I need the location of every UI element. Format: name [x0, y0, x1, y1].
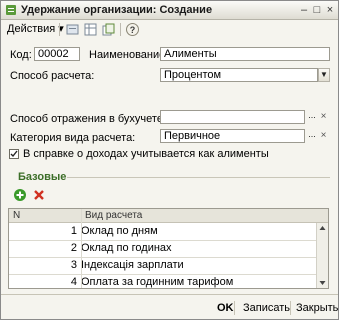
toolbar: Действия ▾ ? — [1, 20, 338, 38]
category-label: Категория вида расчета: — [10, 132, 136, 144]
copy-document-icon[interactable] — [101, 22, 116, 37]
toolbar-divider — [120, 23, 121, 36]
actions-menu[interactable]: Действия ▾ — [5, 22, 66, 36]
checkmark-icon — [10, 150, 18, 158]
table-row[interactable]: 3 Індексація зарплати — [9, 257, 319, 275]
footer-divider — [234, 301, 235, 315]
save-button[interactable]: Записать — [243, 301, 290, 315]
row-calc-type: Індексація зарплати — [81, 259, 184, 271]
row-calc-type: Оклад по дням — [81, 225, 158, 237]
row-calc-type: Оплата за годинним тарифом — [81, 276, 234, 288]
name-field[interactable]: Алименты — [160, 47, 330, 61]
base-section-title: Базовые — [18, 171, 67, 183]
title-bar[interactable]: Удержание организации: Создание – □ × — [1, 1, 338, 20]
table-scrollbar[interactable] — [316, 223, 328, 288]
alimony-checkbox-label: В справке о доходах учитывается как алим… — [23, 148, 269, 160]
calc-method-dropdown-icon[interactable]: ▼ — [318, 68, 330, 82]
close-icon[interactable]: × — [324, 4, 336, 16]
table-row[interactable]: 1 Оклад по дням — [9, 223, 319, 241]
footer-divider — [1, 294, 338, 295]
name-label: Наименование: — [89, 49, 169, 61]
form-window: Удержание организации: Создание – □ × Де… — [0, 0, 339, 320]
toolbar-divider — [59, 23, 60, 36]
alimony-checkbox[interactable] — [9, 149, 19, 159]
minimize-icon[interactable]: – — [298, 4, 310, 16]
footer-divider — [290, 301, 291, 315]
calc-method-select[interactable]: Процентом — [160, 68, 318, 82]
section-divider — [67, 177, 330, 178]
clear-icon[interactable]: × — [319, 110, 328, 124]
column-divider — [81, 209, 82, 288]
row-number: 2 — [70, 242, 77, 254]
window-title: Удержание организации: Создание — [21, 4, 213, 16]
svg-text:?: ? — [130, 25, 136, 35]
close-button[interactable]: Закрыть — [296, 301, 338, 315]
table-icon[interactable] — [83, 22, 98, 37]
delete-row-icon[interactable] — [32, 188, 46, 202]
code-label: Код: — [10, 49, 32, 61]
add-row-icon[interactable] — [13, 188, 27, 202]
calc-method-label: Способ расчета: — [10, 70, 95, 82]
post-document-icon[interactable] — [65, 22, 80, 37]
row-number: 3 — [70, 259, 77, 271]
ok-button[interactable]: OK — [217, 301, 234, 315]
scroll-up-icon[interactable] — [318, 224, 327, 232]
accounting-label: Способ отражения в бухучете: — [10, 113, 167, 125]
column-header-calc-type[interactable]: Вид расчета — [81, 209, 328, 223]
scroll-down-icon[interactable] — [318, 279, 327, 287]
maximize-icon[interactable]: □ — [311, 4, 323, 16]
actions-label: Действия — [7, 23, 56, 35]
row-calc-type: Оклад по годинах — [81, 242, 172, 254]
column-header-n[interactable]: N — [9, 209, 81, 223]
code-field[interactable]: 00002 — [34, 47, 80, 61]
row-number: 1 — [70, 225, 77, 237]
ellipsis-icon[interactable]: ... — [306, 129, 318, 143]
clear-icon[interactable]: × — [319, 129, 328, 143]
help-icon[interactable]: ? — [125, 22, 140, 37]
base-calc-table[interactable]: N Вид расчета 1 Оклад по дням 2 Оклад по… — [8, 208, 329, 289]
ellipsis-icon[interactable]: ... — [306, 110, 318, 124]
document-icon — [6, 5, 16, 15]
table-row[interactable]: 4 Оплата за годинним тарифом — [9, 274, 319, 288]
row-number: 4 — [70, 276, 77, 288]
table-row[interactable]: 2 Оклад по годинах — [9, 240, 319, 258]
category-field[interactable]: Первичное — [160, 129, 305, 143]
accounting-field[interactable] — [160, 110, 305, 124]
